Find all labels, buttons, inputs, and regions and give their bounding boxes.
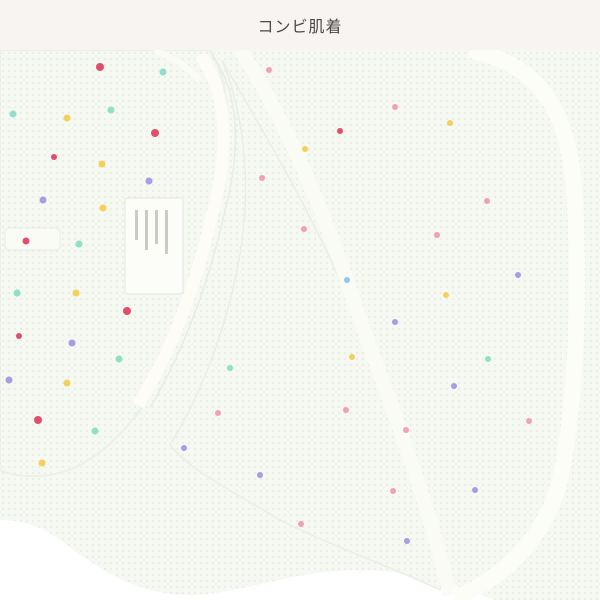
product-image-frame: コンビ肌着: [0, 0, 600, 600]
garment-illustration: [0, 50, 600, 600]
snap-tab: [4, 227, 61, 251]
page-title: コンビ肌着: [257, 17, 343, 36]
header-bar: コンビ肌着: [0, 0, 600, 50]
care-label: [124, 197, 184, 295]
product-photo: [0, 50, 600, 600]
